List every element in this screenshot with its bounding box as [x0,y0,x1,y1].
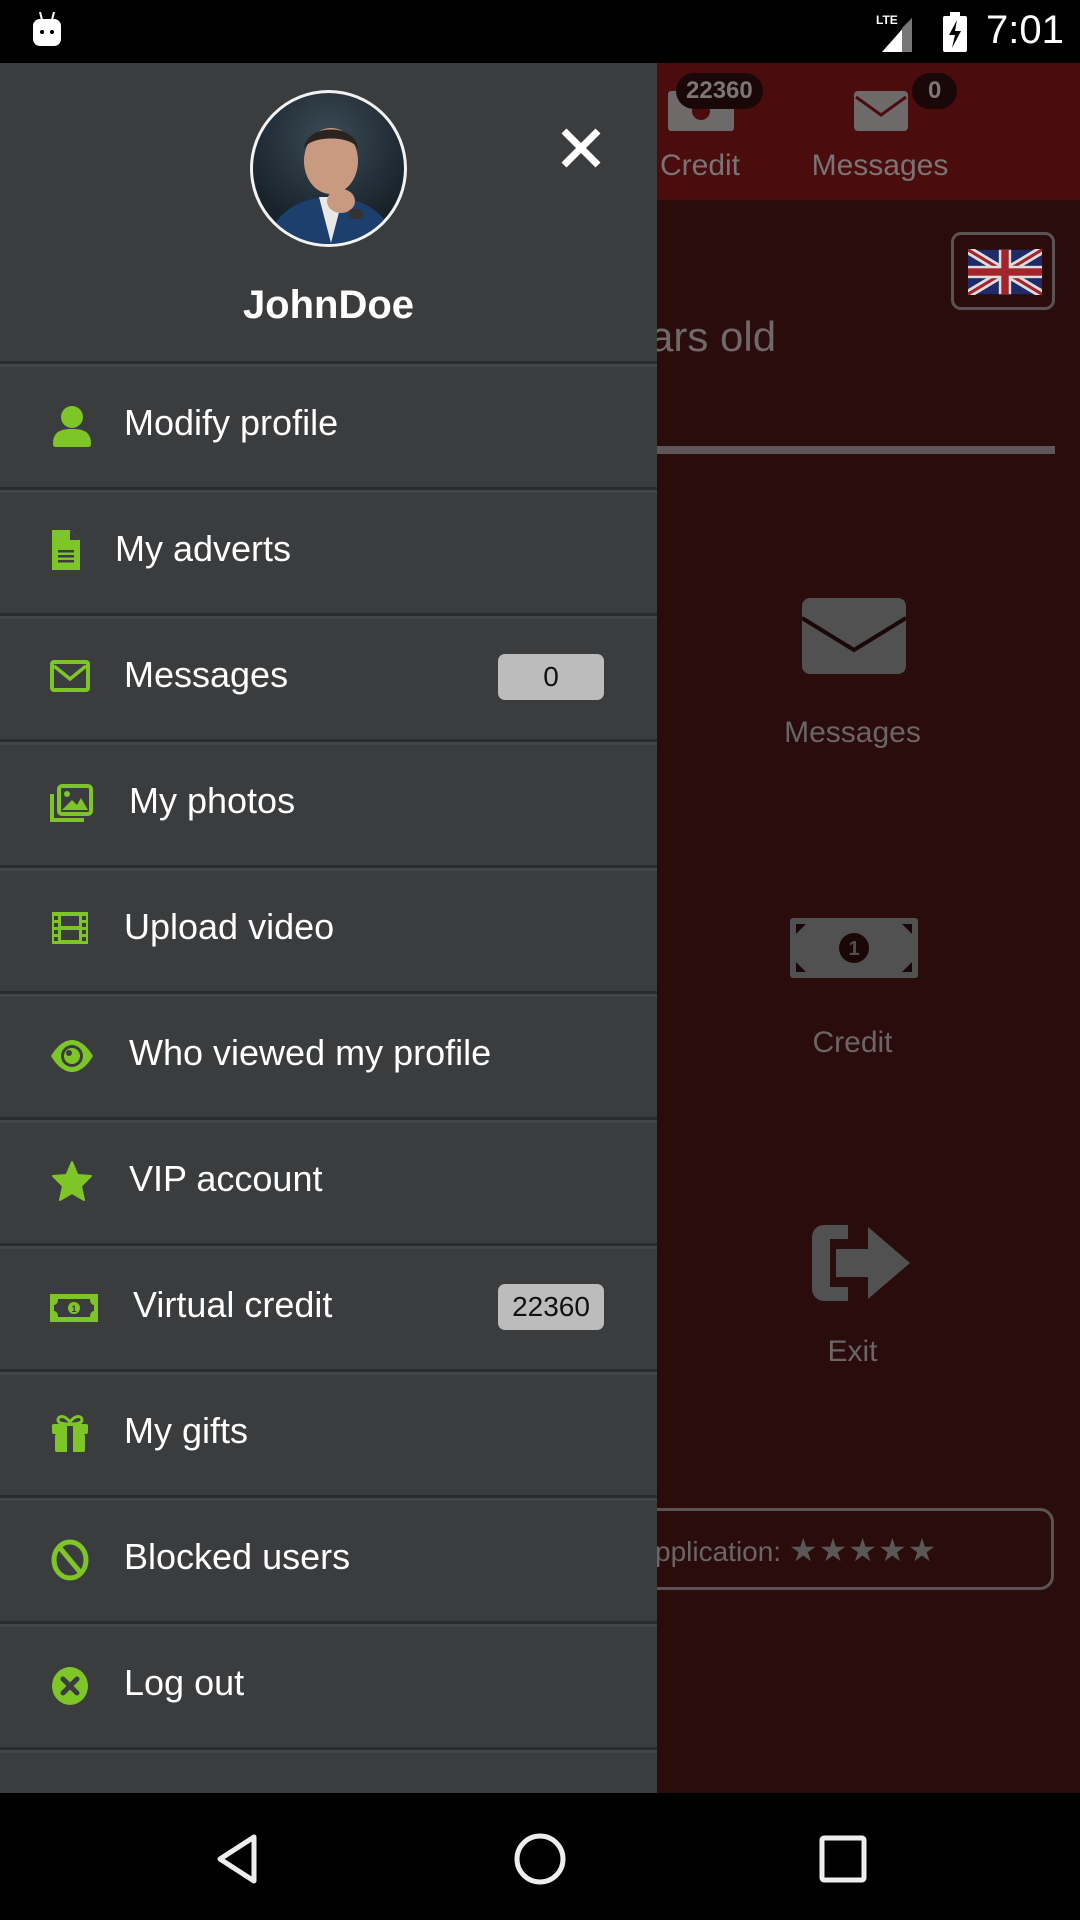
menu-item-virtual-credit[interactable]: 1 Virtual credit 22360 [0,1243,657,1369]
tile-credit[interactable]: 1 Credit [650,918,1055,1178]
envelope-icon [50,660,90,692]
tile-label: Exit [827,1335,878,1368]
menu-item-blocked-users[interactable]: Blocked users [0,1495,657,1621]
header-tab-label: Messages [811,149,949,182]
menu-item-label: Virtual credit [133,1284,333,1325]
document-icon [52,530,80,570]
rate-app-box[interactable]: pplication: ★★★★★ [640,1508,1054,1590]
money-icon: 1 [790,918,918,978]
messages-badge: 0 [912,73,958,109]
menu-item-label: Upload video [124,906,335,947]
divider [650,446,1055,454]
uk-flag-icon [968,249,1042,295]
menu-item-label: Who viewed my profile [129,1032,492,1073]
menu-item-label: My adverts [115,528,292,569]
menu-item-who-viewed-my-profile[interactable]: Who viewed my profile [0,991,657,1117]
menu-item-messages[interactable]: Messages 0 [0,613,657,739]
username: JohnDoe [242,283,415,327]
menu-item-log-out[interactable]: Log out [0,1621,657,1747]
header-tab-messages[interactable]: 0 Messages [800,63,960,200]
menu-item-label: VIP account [129,1158,323,1199]
envelope-icon [854,91,908,131]
tile-label: Messages [784,716,921,749]
money-icon: 1 [50,1294,98,1322]
back-icon[interactable] [210,1831,266,1887]
profile-photo [264,128,398,244]
envelope-icon [802,598,906,674]
system-navigation-bar [0,1793,1080,1920]
menu-item-label: Log out [124,1662,245,1703]
credit-count-badge: 22360 [498,1284,604,1330]
tile-messages[interactable]: Messages [650,598,1055,858]
header-tab-credit[interactable]: 22360 Credit [640,63,763,200]
profile-age-text: ars old [650,313,777,360]
navigation-drawer: JohnDoe Modify profile My adverts Messag… [0,63,657,1793]
menu-item-label: My photos [129,780,296,821]
rating-stars[interactable]: ★★★★★ [789,1532,937,1568]
eye-icon [51,1040,93,1072]
drawer-header: JohnDoe [0,63,657,361]
menu-item-my-gifts[interactable]: My gifts [0,1369,657,1495]
lte-signal-icon: LTE [876,13,912,52]
header-tab-label: Credit [659,149,741,182]
rate-label: pplication: [655,1536,782,1567]
svg-text:1: 1 [848,938,859,960]
star-icon [52,1161,92,1201]
close-icon[interactable] [556,123,606,173]
menu-item-label: Messages [124,654,289,695]
menu-item-vip-account[interactable]: VIP account [0,1117,657,1243]
android-notification-icon [33,12,61,46]
avatar[interactable] [250,90,407,247]
menu-end-divider [0,1747,657,1797]
svg-text:1: 1 [71,1304,76,1314]
photos-icon [50,784,93,822]
credit-badge: 22360 [676,73,763,109]
tile-exit[interactable]: Exit [650,1223,1055,1483]
gift-icon [52,1415,88,1452]
menu-item-label: Modify profile [124,402,339,443]
film-icon [52,912,88,944]
status-clock: 7:01 [986,8,1064,52]
home-icon[interactable] [512,1831,568,1887]
tile-label: Credit [812,1026,893,1059]
menu-item-label: Blocked users [124,1536,351,1577]
user-icon [53,406,91,447]
language-selector[interactable] [951,232,1055,310]
svg-text:LTE: LTE [876,13,898,27]
drawer-menu: Modify profile My adverts Messages 0 My … [0,361,657,1797]
recents-icon[interactable] [815,1831,871,1887]
menu-item-my-adverts[interactable]: My adverts [0,487,657,613]
exit-icon [812,1225,910,1301]
menu-item-modify-profile[interactable]: Modify profile [0,361,657,487]
blocked-icon [51,1539,89,1581]
menu-item-my-photos[interactable]: My photos [0,739,657,865]
logout-icon [52,1667,88,1705]
menu-item-label: My gifts [124,1410,249,1451]
status-bar: LTE 7:01 [0,0,1080,63]
battery-charging-icon [943,12,967,52]
messages-count-badge: 0 [498,654,604,700]
menu-item-upload-video[interactable]: Upload video [0,865,657,991]
